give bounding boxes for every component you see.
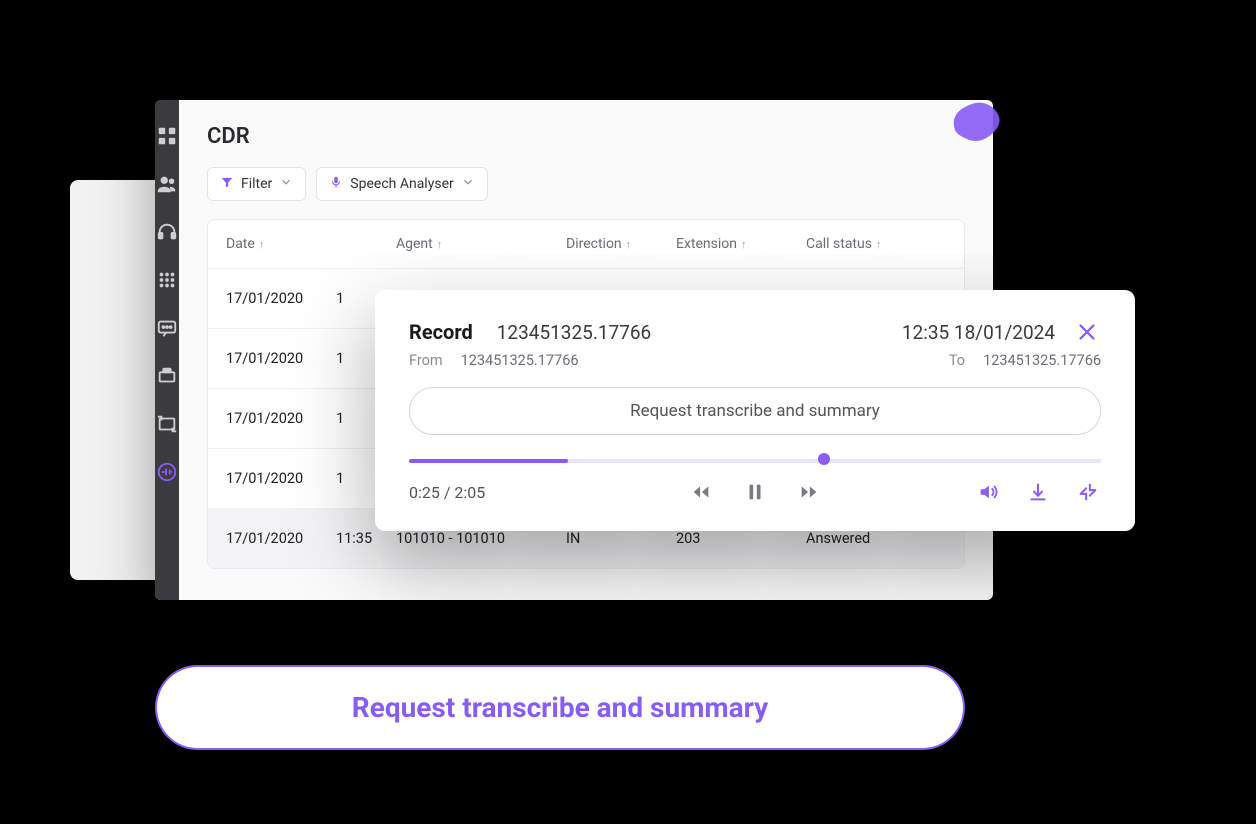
sort-arrow-icon: ↑ [741, 238, 747, 251]
users-icon[interactable] [155, 172, 179, 196]
sort-arrow-icon: ↑ [259, 238, 265, 251]
progress-fill [409, 459, 568, 463]
time-display: 0:25 / 2:05 [409, 483, 688, 502]
speech-analyser-button[interactable]: Speech Analyser [316, 167, 487, 201]
sort-arrow-icon: ↑ [437, 238, 443, 251]
request-transcribe-button[interactable]: Request transcribe and summary [409, 387, 1101, 435]
seek-track[interactable] [409, 455, 1101, 465]
chevron-down-icon [279, 175, 293, 193]
headset-icon[interactable] [155, 220, 179, 244]
download-button[interactable] [1025, 479, 1051, 505]
sort-arrow-icon: ↑ [876, 238, 882, 251]
big-request-transcribe-button[interactable]: Request transcribe and summary [155, 665, 965, 750]
filter-label: Filter [241, 176, 272, 192]
from-label: From [409, 352, 443, 369]
decorative-blob-icon [945, 95, 1005, 145]
toolbar: Filter Speech Analyser [207, 167, 965, 201]
filter-icon [220, 175, 234, 193]
minimize-button[interactable] [1075, 479, 1101, 505]
chevron-down-icon [461, 175, 475, 193]
mic-icon [329, 175, 343, 193]
chat-icon[interactable] [155, 316, 179, 340]
to-label: To [949, 352, 965, 369]
from-value: 123451325.17766 [461, 352, 579, 369]
audio-wave-icon[interactable] [155, 460, 179, 484]
record-label: Record [409, 320, 473, 344]
record-datetime: 12:35 18/01/2024 [902, 321, 1055, 344]
col-callstatus[interactable]: Call status↑ [806, 236, 946, 252]
volume-button[interactable] [975, 479, 1001, 505]
scrub-handle[interactable] [818, 453, 830, 465]
sort-arrow-icon: ↑ [626, 238, 632, 251]
to-value: 123451325.17766 [983, 352, 1101, 369]
speech-analyser-label: Speech Analyser [350, 176, 453, 192]
filter-button[interactable]: Filter [207, 167, 306, 201]
forward-button[interactable] [796, 479, 822, 505]
col-agent[interactable]: Agent↑ [396, 236, 566, 252]
screen-icon[interactable] [155, 412, 179, 436]
dialpad-icon[interactable] [155, 268, 179, 292]
close-button[interactable] [1073, 318, 1101, 346]
voicemail-icon[interactable] [155, 364, 179, 388]
record-id: 123451325.17766 [497, 321, 652, 344]
dashboard-icon[interactable] [155, 124, 179, 148]
rewind-button[interactable] [688, 479, 714, 505]
page-title: CDR [207, 124, 965, 149]
sidebar [155, 100, 179, 600]
pause-button[interactable] [742, 479, 768, 505]
record-player-card: Record 123451325.17766 12:35 18/01/2024 … [375, 290, 1135, 531]
col-date[interactable]: Date↑ [226, 236, 336, 252]
table-header: Date↑ Agent↑ Direction↑ Extension↑ Call … [208, 220, 964, 268]
col-direction[interactable]: Direction↑ [566, 236, 676, 252]
col-extension[interactable]: Extension↑ [676, 236, 806, 252]
